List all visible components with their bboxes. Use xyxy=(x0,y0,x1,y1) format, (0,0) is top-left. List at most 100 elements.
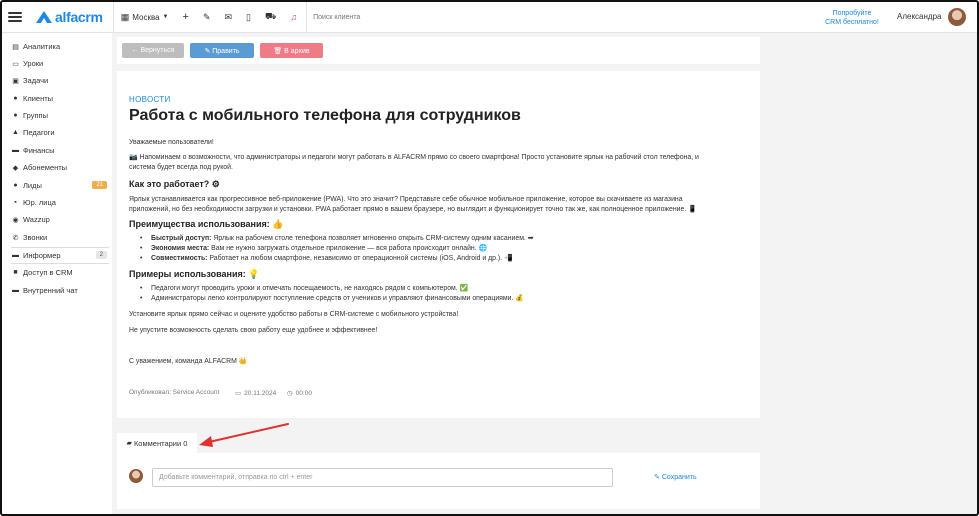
top-bar: alfacrm ▦ Москва ▼ + ✎ ✉ ▯ ⛟ ♫ Попробуйт… xyxy=(2,2,977,33)
sidebar-item-wazzup[interactable]: ◉ Wazzup xyxy=(11,212,109,227)
intro-line-2: система будет всегда под рукой. xyxy=(129,164,233,171)
informer-count-badge: 2 xyxy=(95,251,107,259)
sidebar-item-clients[interactable]: ● Клиенты xyxy=(11,91,109,106)
sidebar-item-label: Звонки xyxy=(23,233,48,242)
sidebar: ▤ Аналитика ▭ Уроки ▣ Задачи ● Клиенты ● Груп… xyxy=(2,33,112,514)
list-item-bold: Совместимость: xyxy=(151,255,208,262)
sidebar-item-label: Клиенты xyxy=(23,94,54,103)
sidebar-item-label: Информер xyxy=(23,251,61,260)
sidebar-item-lessons[interactable]: ▭ Уроки xyxy=(11,56,109,71)
heading-advantages: Преимущества использования: 👍 xyxy=(129,219,284,229)
sidebar-item-label: Уроки xyxy=(23,59,44,68)
sidebar-item-label: Внутренний чат xyxy=(23,286,78,295)
lead-icon: ● xyxy=(13,182,18,189)
archive-button[interactable]: 🗑 В архив xyxy=(260,43,323,58)
publish-date-value: 20.11.2024 xyxy=(244,389,277,397)
sidebar-item-leads[interactable]: ● Лиды 21 xyxy=(11,178,109,193)
call-to-action-2: Не упустите возможность сделать свою раб… xyxy=(129,327,378,334)
page-title: Работа с мобильного телефона для сотрудн… xyxy=(129,107,521,124)
publish-time: ◷ 00:00 xyxy=(287,389,312,398)
back-button[interactable]: ← Вернуться xyxy=(122,43,184,58)
sidebar-item-label: Аналитика xyxy=(23,42,61,51)
sidebar-item-label: Педагоги xyxy=(23,128,55,137)
list-item: Совместимость: Работает на любом смартфо… xyxy=(140,254,751,264)
promo-line-1: Попробуйте xyxy=(832,10,872,17)
list-item: Педагоги могут проводить уроки и отмечат… xyxy=(140,284,751,294)
comment-input[interactable]: Добавьте комментарий, отправка по ctrl +… xyxy=(152,468,613,487)
user-avatar[interactable] xyxy=(948,8,966,26)
list-item-text: Ярлык на рабочем столе телефона позволяе… xyxy=(211,235,534,242)
how-line-2: приложений, но без необходимости загрузк… xyxy=(129,206,697,213)
bell-icon: ♫ xyxy=(290,12,298,22)
comment-icon: ▰ xyxy=(126,440,132,447)
sidebar-item-label: Задачи xyxy=(23,76,49,85)
sidebar-item-analytics[interactable]: ▤ Аналитика xyxy=(11,39,109,54)
list-item: Экономия места: Вам не нужно загружать о… xyxy=(140,244,751,254)
comments-panel: Добавьте комментарий, отправка по ctrl +… xyxy=(117,453,760,509)
news-article: НОВОСТИ Работа с мобильного телефона для… xyxy=(117,71,760,418)
money-icon: ▬ xyxy=(12,147,19,154)
save-comment-button[interactable]: ✎ Сохранить xyxy=(654,473,697,481)
chat-icon: ▬ xyxy=(12,287,19,294)
notifications-button[interactable]: ♫ xyxy=(283,2,304,32)
list-item-text: Работает на любом смартфоне, независимо … xyxy=(207,255,513,262)
sidebar-item-label: Wazzup xyxy=(23,215,50,224)
menu-icon[interactable] xyxy=(8,12,22,22)
tab-comments[interactable]: ▰ Комментарии 0 xyxy=(117,433,197,453)
published-by: Опубликовал: Service Account xyxy=(129,389,220,396)
list-item-text: Вам не нужно загружать отдельное приложе… xyxy=(209,245,488,252)
caret-down-icon: ▼ xyxy=(162,14,169,20)
mail-button[interactable]: ✉ xyxy=(217,2,239,32)
list-item: Быстрый доступ: Ярлык на рабочем столе т… xyxy=(140,234,751,244)
sidebar-item-teachers[interactable]: ▲ Педагоги xyxy=(11,125,109,140)
tag-icon: ◆ xyxy=(12,164,19,172)
section-label: НОВОСТИ xyxy=(129,95,171,104)
sidebar-item-subscriptions[interactable]: ◆ Абонементы xyxy=(11,160,109,175)
sidebar-item-internal-chat[interactable]: ▬ Внутренний чат xyxy=(11,283,109,298)
lock-icon: ■ xyxy=(13,269,18,276)
branch-selector[interactable]: ▦ Москва ▼ xyxy=(114,2,176,32)
envelope-icon: ✉ xyxy=(224,11,233,22)
mobile-icon: ▯ xyxy=(246,11,251,22)
sidebar-item-groups[interactable]: ● Группы xyxy=(11,108,109,123)
logo-icon xyxy=(36,11,52,23)
clock-icon: ◷ xyxy=(287,390,293,397)
promo-link[interactable]: Попробуйте CRM бесплатно! xyxy=(817,9,887,27)
sidebar-item-label: Группы xyxy=(23,111,48,120)
sidebar-item-label: Лиды xyxy=(23,181,42,190)
informer-icon: ▬ xyxy=(12,252,19,259)
sidebar-item-crm-access[interactable]: ■ Доступ в CRM xyxy=(11,265,109,280)
app-window: alfacrm ▦ Москва ▼ + ✎ ✉ ▯ ⛟ ♫ Попробуйт… xyxy=(0,0,979,516)
add-button[interactable]: + xyxy=(176,2,196,32)
list-item-bold: Экономия места: xyxy=(151,245,210,252)
leads-count-badge: 21 xyxy=(92,181,107,189)
list-item: Администраторы легко контролируют поступ… xyxy=(140,294,751,304)
edit-button[interactable]: ✎ Править xyxy=(190,43,254,58)
sidebar-item-informer[interactable]: ▬ Информер 2 xyxy=(11,247,109,264)
sidebar-item-label: Абонементы xyxy=(23,163,68,172)
logo[interactable]: alfacrm xyxy=(36,9,103,25)
tools-button[interactable]: ✎ xyxy=(196,2,218,32)
calendar-icon: ▭ xyxy=(235,390,242,397)
heading-examples: Примеры использования: 💡 xyxy=(129,269,260,279)
heading-how-it-works: Как это работает? ⚙ xyxy=(129,179,220,189)
calendar-icon: ▭ xyxy=(12,60,19,68)
user-name[interactable]: Александра xyxy=(897,12,941,21)
sidebar-item-tasks[interactable]: ▣ Задачи xyxy=(11,73,109,88)
building-icon: ▦ xyxy=(120,11,130,22)
chart-icon: ▤ xyxy=(12,43,19,51)
sidebar-item-calls[interactable]: ✆ Звонки xyxy=(11,230,109,245)
save-comment-label: Сохранить xyxy=(661,474,697,481)
wrench-icon: ✎ xyxy=(202,11,211,22)
mobile-button[interactable]: ▯ xyxy=(239,2,258,32)
intro-line-1: 📷 Напоминаем о возможности, что админист… xyxy=(129,154,699,161)
sidebar-item-label: Доступ в CRM xyxy=(23,268,73,277)
divider xyxy=(306,2,308,32)
publish-time-value: 00:00 xyxy=(295,389,312,397)
sidebar-item-finance[interactable]: ▬ Финансы xyxy=(11,143,109,158)
promo-line-2: CRM бесплатно! xyxy=(825,19,879,26)
signature: С уважением, команда ALFACRM 👑 xyxy=(129,358,248,365)
sidebar-item-legal-entities[interactable]: ▪ Юр. лица xyxy=(11,195,109,210)
search-input[interactable] xyxy=(311,12,396,22)
cart-button[interactable]: ⛟ xyxy=(258,2,283,32)
